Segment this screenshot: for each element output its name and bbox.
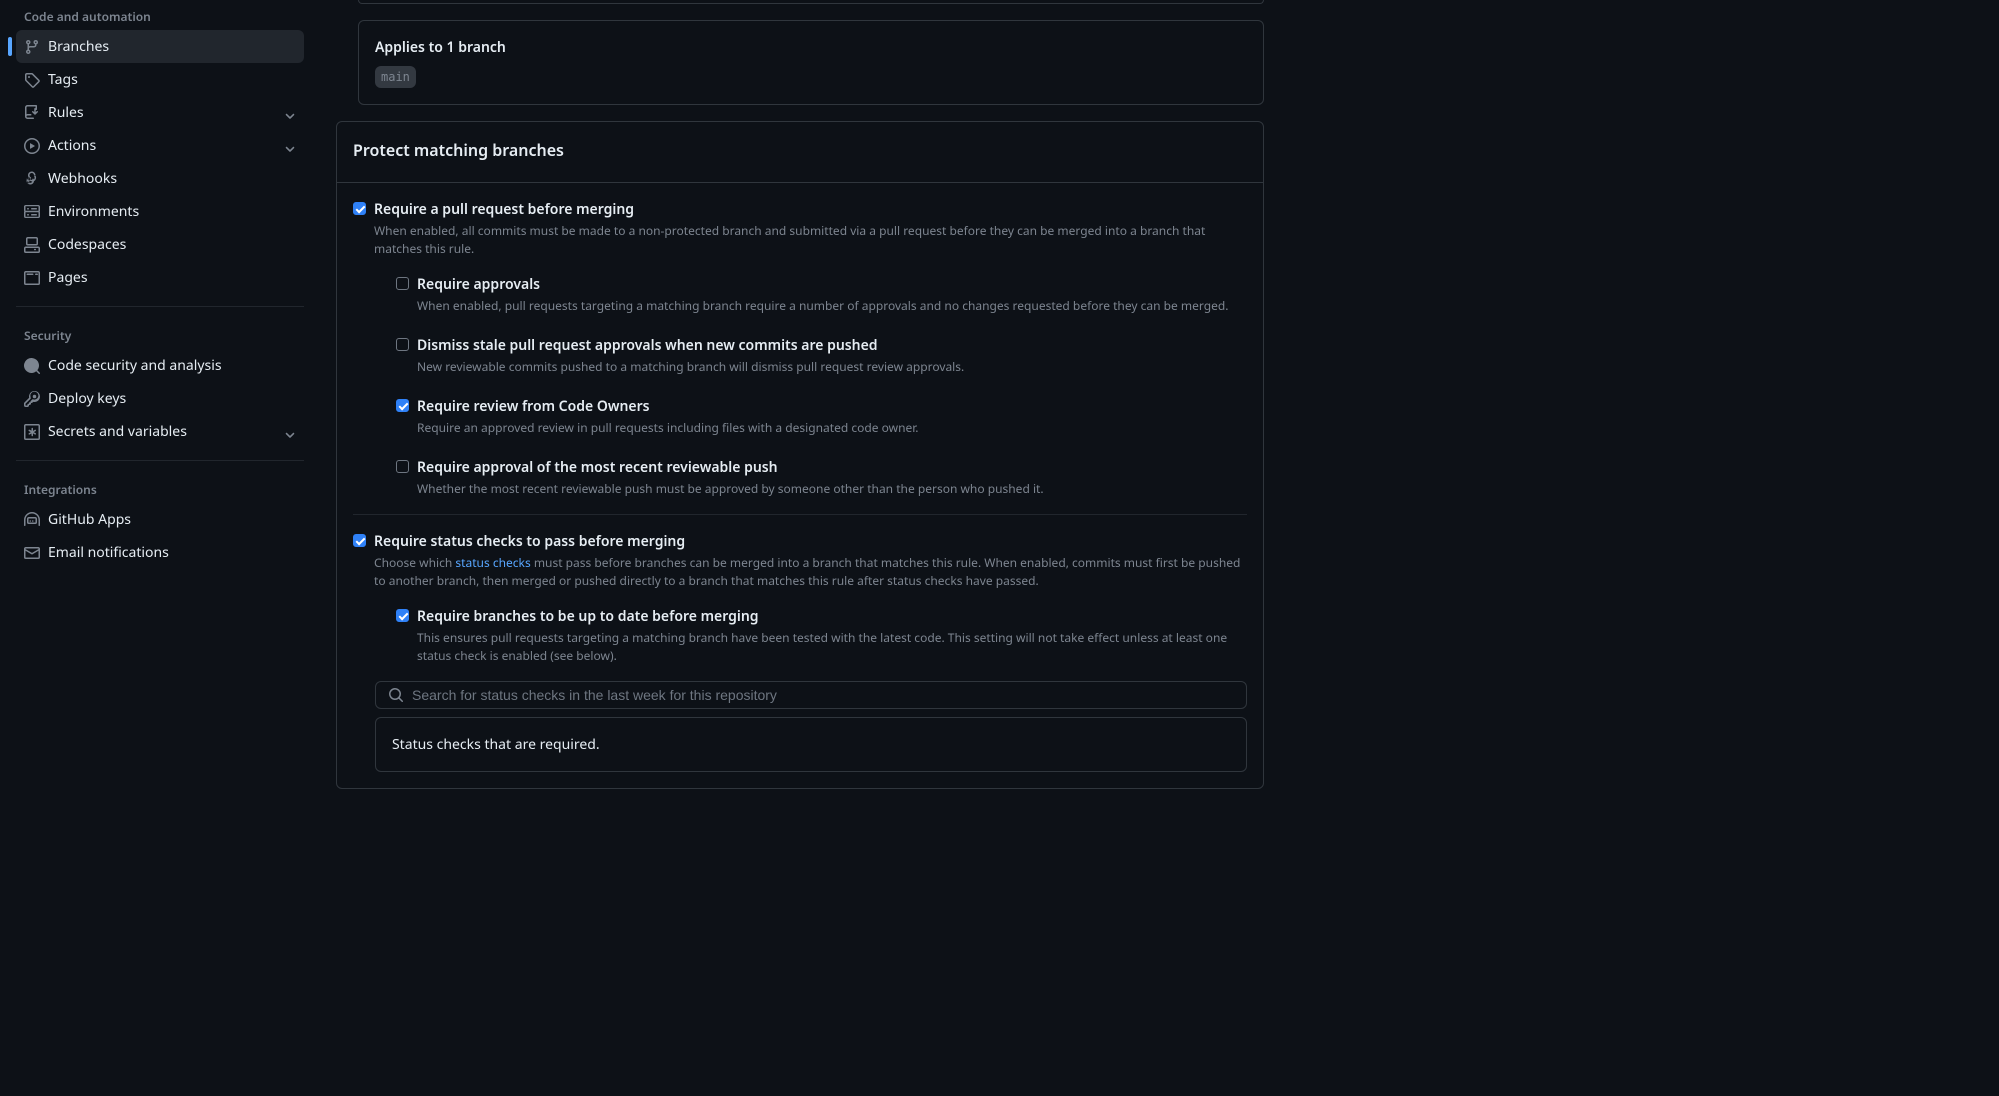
sidebar-item-tags[interactable]: Tags xyxy=(16,63,304,96)
rule-require-pr: Require a pull request before merging Wh… xyxy=(353,183,1247,515)
sidebar-item-label: Pages xyxy=(48,267,296,288)
play-icon xyxy=(24,138,40,154)
divider xyxy=(16,306,304,307)
sidebar-item-label: Webhooks xyxy=(48,168,296,189)
rule-title: Require review from Code Owners xyxy=(417,396,1247,417)
rule-title: Require approval of the most recent revi… xyxy=(417,457,1247,478)
rule-desc: Require an approved review in pull reque… xyxy=(417,419,1247,437)
rule-title: Require a pull request before merging xyxy=(374,199,1247,220)
rule-desc: When enabled, all commits must be made t… xyxy=(374,222,1247,258)
sidebar-item-label: Tags xyxy=(48,69,296,90)
browser-icon xyxy=(24,270,40,286)
applies-box: Applies to 1 branch main xyxy=(358,20,1264,105)
rule-desc: When enabled, pull requests targeting a … xyxy=(417,297,1247,315)
tag-icon xyxy=(24,72,40,88)
sidebar-item-branches[interactable]: Branches xyxy=(16,30,304,63)
sidebar-item-label: Deploy keys xyxy=(48,388,296,409)
codescan-icon xyxy=(24,358,40,374)
sidebar-item-label: Rules xyxy=(48,102,276,123)
sidebar-item-label: Email notifications xyxy=(48,542,296,563)
status-check-search-input[interactable] xyxy=(412,687,1234,703)
sidebar-item-label: Environments xyxy=(48,201,296,222)
sidebar-item-codespaces[interactable]: Codespaces xyxy=(16,228,304,261)
sidebar-item-label: Branches xyxy=(48,36,296,57)
rule-desc: Whether the most recent reviewable push … xyxy=(417,480,1247,498)
section-heading-code-automation: Code and automation xyxy=(16,0,304,30)
rule-desc: Choose which status checks must pass bef… xyxy=(374,554,1247,590)
sidebar-item-github-apps[interactable]: GitHub Apps xyxy=(16,503,304,536)
sidebar-item-code-security[interactable]: Code security and analysis xyxy=(16,349,304,382)
server-icon xyxy=(24,204,40,220)
protect-box: Protect matching branches Require a pull… xyxy=(336,121,1264,789)
sidebar-item-secrets[interactable]: Secrets and variables xyxy=(16,415,304,448)
rule-require-approvals: Require approvals When enabled, pull req… xyxy=(396,258,1247,319)
repo-push-icon xyxy=(24,105,40,121)
section-heading-security: Security xyxy=(16,319,304,349)
sidebar-item-label: Secrets and variables xyxy=(48,421,276,442)
checkbox-require-pr[interactable] xyxy=(353,202,366,215)
sidebar-item-deploy-keys[interactable]: Deploy keys xyxy=(16,382,304,415)
checkbox-dismiss-stale[interactable] xyxy=(396,338,409,351)
divider xyxy=(16,460,304,461)
rule-status-checks: Require status checks to pass before mer… xyxy=(353,515,1247,788)
section-heading-integrations: Integrations xyxy=(16,473,304,503)
sidebar-item-pages[interactable]: Pages xyxy=(16,261,304,294)
sidebar-item-label: Actions xyxy=(48,135,276,156)
applies-heading: Applies to 1 branch xyxy=(375,37,1247,58)
protect-heading: Protect matching branches xyxy=(353,138,1247,162)
checkbox-codeowners[interactable] xyxy=(396,399,409,412)
required-checks-box: Status checks that are required. xyxy=(375,717,1247,772)
sidebar-item-rules[interactable]: Rules xyxy=(16,96,304,129)
rule-codeowners: Require review from Code Owners Require … xyxy=(396,380,1247,441)
checkbox-require-approvals[interactable] xyxy=(396,277,409,290)
sidebar-item-label: GitHub Apps xyxy=(48,509,296,530)
status-checks-link[interactable]: status checks xyxy=(455,554,530,571)
rule-recent-push: Require approval of the most recent revi… xyxy=(396,441,1247,498)
sidebar-item-actions[interactable]: Actions xyxy=(16,129,304,162)
sidebar-item-environments[interactable]: Environments xyxy=(16,195,304,228)
required-checks-text: Status checks that are required. xyxy=(392,735,600,754)
codespaces-icon xyxy=(24,237,40,253)
chevron-down-icon xyxy=(284,140,296,152)
collapsed-box xyxy=(358,0,1264,4)
hubot-icon xyxy=(24,512,40,528)
chevron-down-icon xyxy=(284,426,296,438)
sidebar-item-email-notifications[interactable]: Email notifications xyxy=(16,536,304,569)
chevron-down-icon xyxy=(284,107,296,119)
branch-chip: main xyxy=(375,66,416,88)
mail-icon xyxy=(24,545,40,561)
rule-title: Require approvals xyxy=(417,274,1247,295)
checkbox-recent-push[interactable] xyxy=(396,460,409,473)
sidebar-item-webhooks[interactable]: Webhooks xyxy=(16,162,304,195)
search-icon xyxy=(388,687,404,703)
rule-title: Dismiss stale pull request approvals whe… xyxy=(417,335,1247,356)
asterisk-icon xyxy=(24,424,40,440)
key-icon xyxy=(24,391,40,407)
checkbox-up-to-date[interactable] xyxy=(396,609,409,622)
git-branch-icon xyxy=(24,39,40,55)
checkbox-status-checks[interactable] xyxy=(353,534,366,547)
rule-desc: New reviewable commits pushed to a match… xyxy=(417,358,1247,376)
sidebar-item-label: Code security and analysis xyxy=(48,355,296,376)
rule-up-to-date: Require branches to be up to date before… xyxy=(396,590,1247,665)
rule-desc: This ensures pull requests targeting a m… xyxy=(417,629,1247,665)
webhook-icon xyxy=(24,171,40,187)
rule-title: Require branches to be up to date before… xyxy=(417,606,1247,627)
sidebar-item-label: Codespaces xyxy=(48,234,296,255)
rule-title: Require status checks to pass before mer… xyxy=(374,531,1247,552)
status-check-search: Status checks that are required. xyxy=(375,681,1247,772)
rule-dismiss-stale: Dismiss stale pull request approvals whe… xyxy=(396,319,1247,380)
